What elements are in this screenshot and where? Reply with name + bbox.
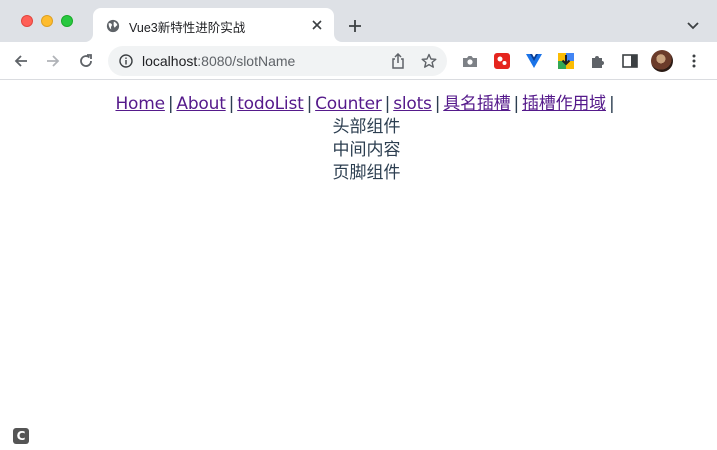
- nav-separator: |: [306, 94, 313, 114]
- nav-link-todolist[interactable]: todoList: [237, 94, 304, 114]
- page-content: Home | About | todoList | Counter | slots | 具名插槽 | 插…: [0, 80, 717, 450]
- nav-separator: |: [513, 94, 519, 114]
- nav-separator: |: [608, 94, 615, 114]
- tab-title: Vue3新特性进阶实战: [129, 21, 246, 35]
- nav-link-slots[interactable]: slots: [393, 94, 432, 114]
- nav-link-named-slots[interactable]: 具名插槽: [443, 94, 510, 114]
- bookmark-star-icon[interactable]: [421, 53, 437, 69]
- c-badge-icon[interactable]: C: [13, 428, 29, 444]
- header-component-text: 头部组件: [332, 117, 401, 137]
- minimize-window-button[interactable]: [41, 15, 53, 27]
- nav-link-about[interactable]: About: [176, 94, 225, 114]
- url-path: :8080/slotName: [197, 53, 296, 69]
- tab-close-icon[interactable]: [309, 17, 325, 33]
- puzzle-extensions-icon[interactable]: [589, 52, 607, 70]
- globe-icon: [106, 19, 120, 33]
- nav-separator: |: [228, 94, 235, 114]
- browser-toolbar: localhost:8080/slotName: [0, 42, 717, 80]
- share-icon[interactable]: [390, 53, 406, 69]
- nav-separator: |: [434, 94, 441, 114]
- red-extension-icon[interactable]: [493, 52, 511, 70]
- download-extension-icon[interactable]: [557, 52, 575, 70]
- main-content-text: 中间内容: [332, 140, 401, 160]
- site-info-icon[interactable]: [119, 54, 133, 68]
- back-arrow-icon[interactable]: [11, 51, 31, 71]
- close-window-button[interactable]: [21, 15, 33, 27]
- tab-search-chevron-icon[interactable]: [684, 17, 702, 35]
- nav-separator: |: [167, 94, 174, 114]
- browser-tab[interactable]: Vue3新特性进阶实战: [93, 8, 334, 42]
- nav-separator: |: [384, 94, 391, 114]
- nav-link-slot-scope[interactable]: 插槽作用域: [522, 94, 606, 114]
- reload-icon[interactable]: [76, 51, 96, 71]
- url-host: localhost: [142, 53, 198, 69]
- nav-link-counter[interactable]: Counter: [315, 94, 382, 114]
- router-nav: Home | About | todoList | Counter | slots | 具名插槽 | 插…: [0, 89, 717, 114]
- url-text[interactable]: localhost:8080/slotName: [142, 53, 295, 69]
- side-panel-icon[interactable]: [621, 52, 639, 70]
- address-bar[interactable]: localhost:8080/slotName: [108, 46, 447, 76]
- camera-icon[interactable]: [461, 52, 479, 70]
- forward-arrow-icon[interactable]: [43, 51, 63, 71]
- maximize-window-button[interactable]: [61, 15, 73, 27]
- new-tab-button[interactable]: [345, 16, 365, 36]
- tab-strip: Vue3新特性进阶实战: [0, 0, 717, 42]
- profile-avatar[interactable]: [651, 50, 673, 72]
- vue-devtools-icon[interactable]: [525, 52, 543, 70]
- nav-link-home[interactable]: Home: [115, 94, 165, 114]
- more-menu-icon[interactable]: [685, 52, 703, 70]
- footer-component-text: 页脚组件: [332, 163, 401, 183]
